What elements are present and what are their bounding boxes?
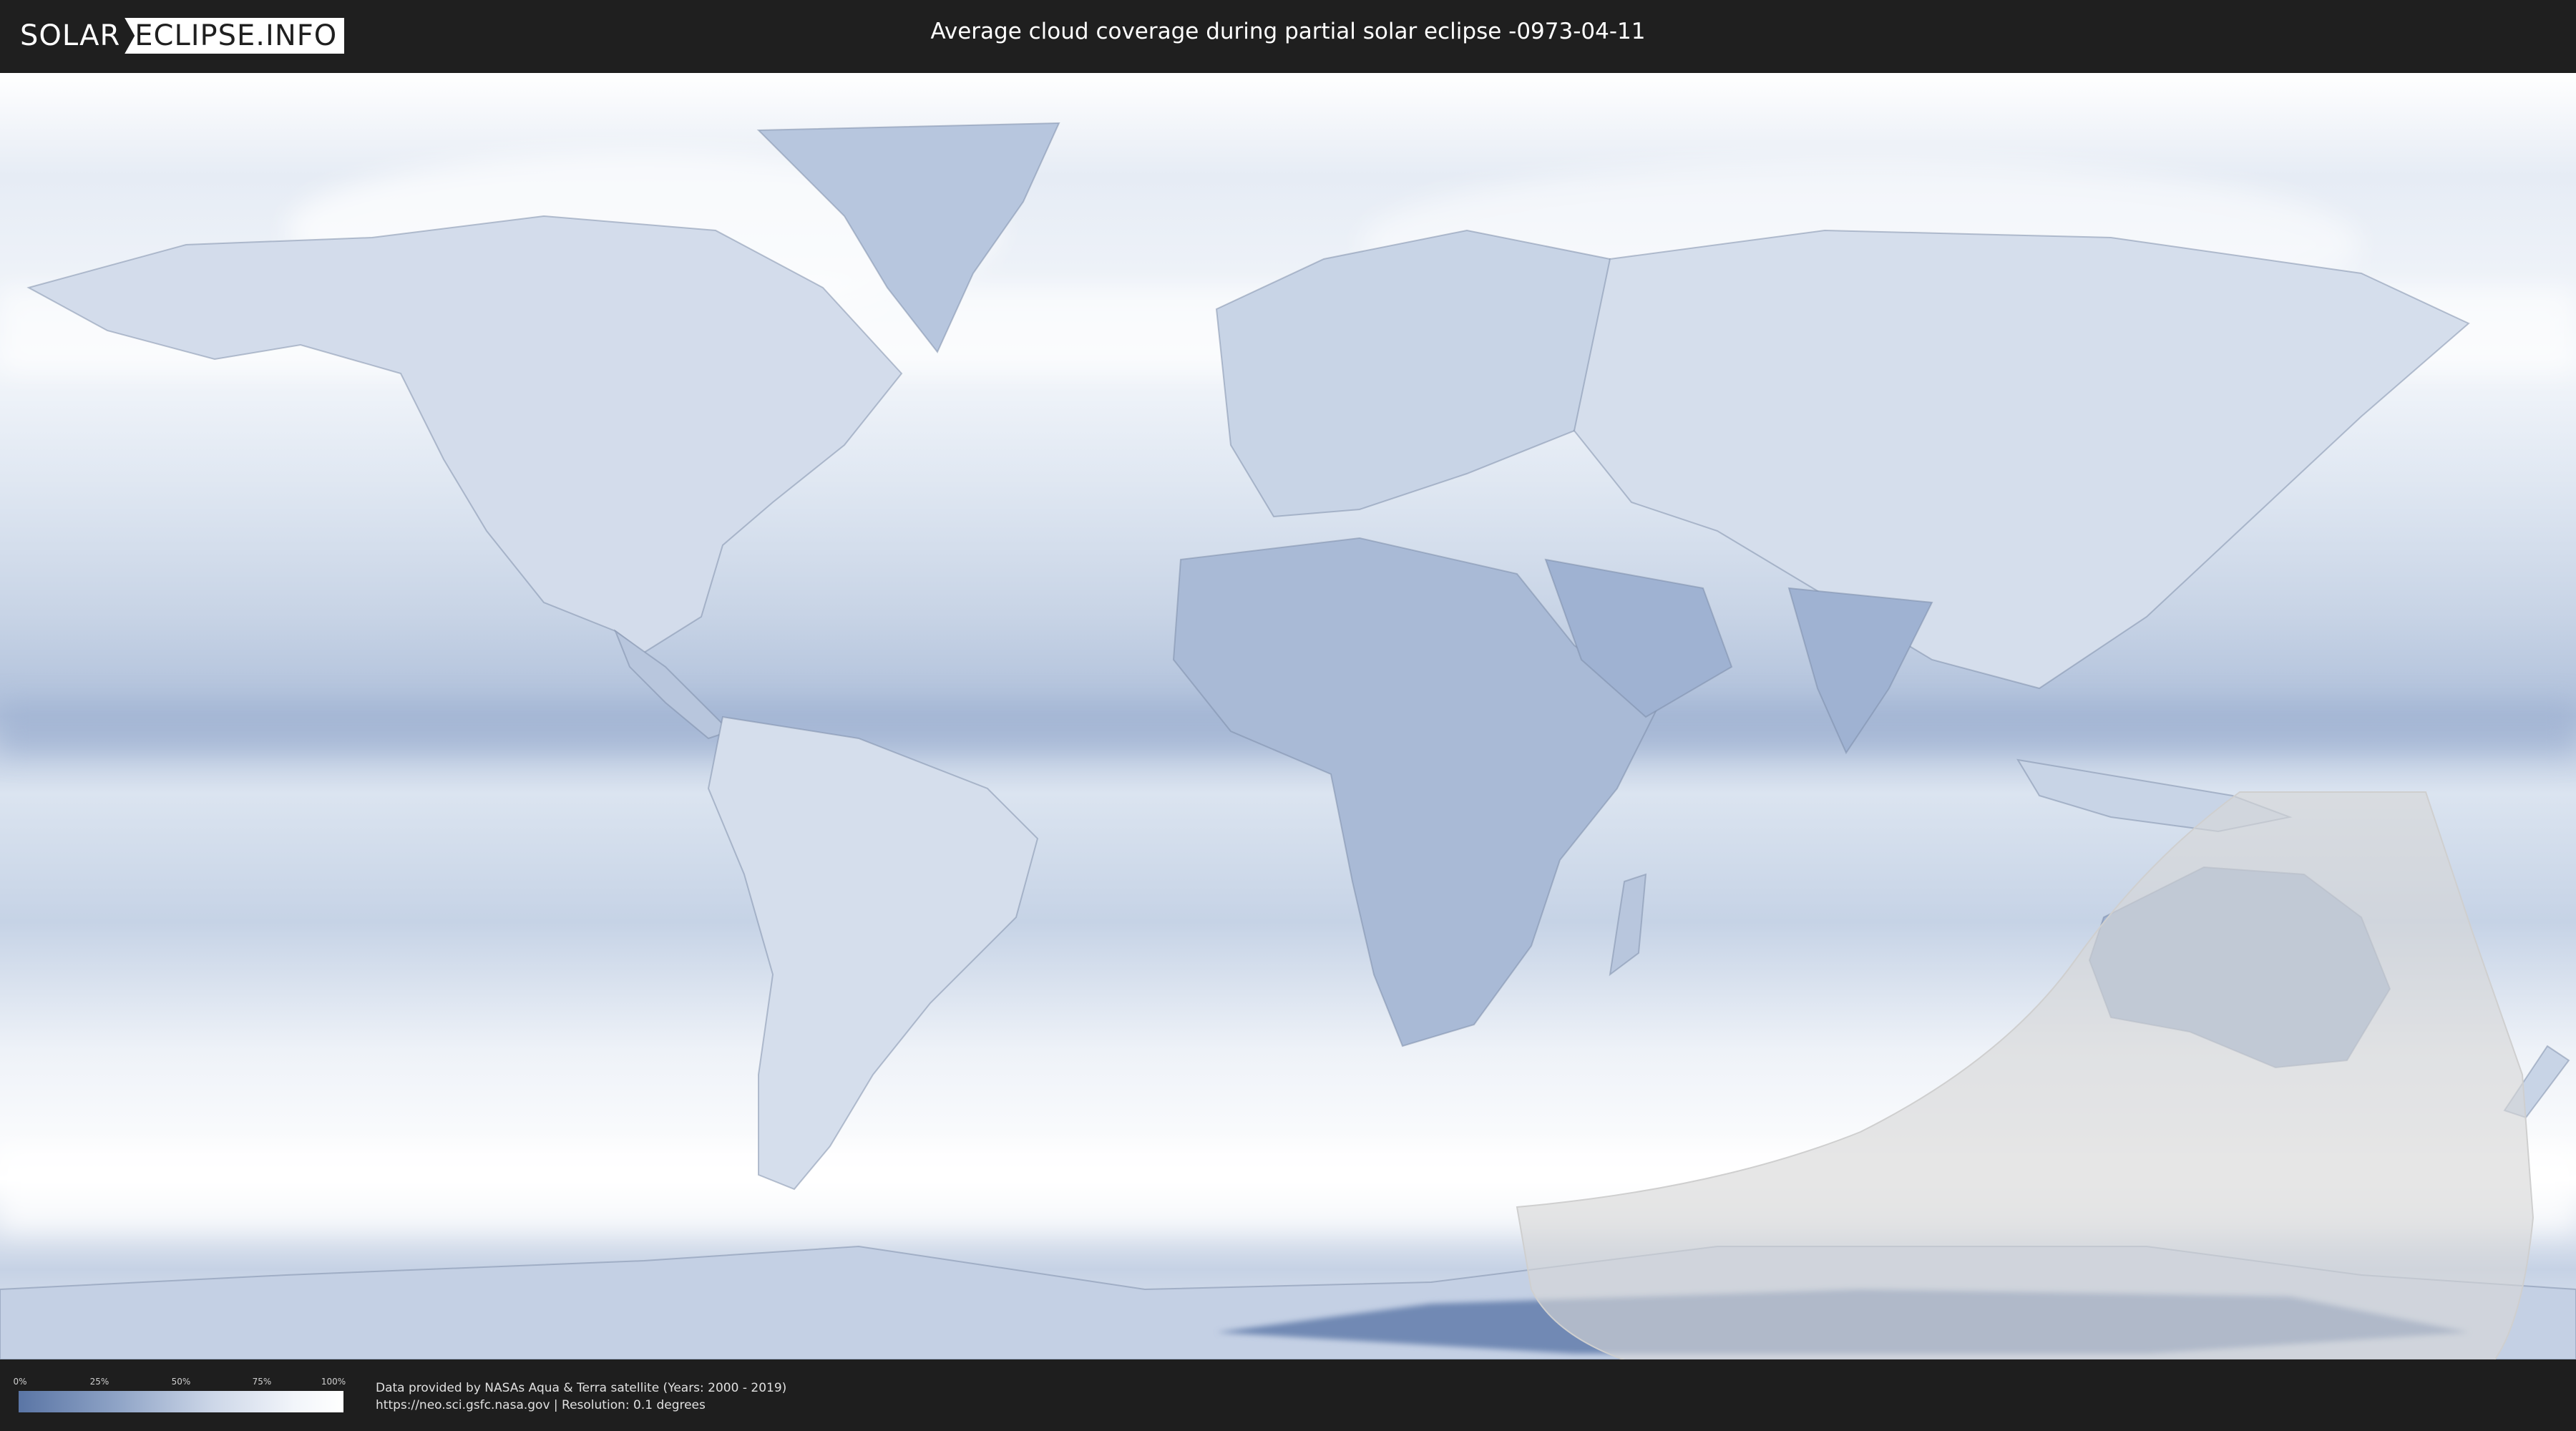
- legend-tick-0: 0%: [13, 1377, 27, 1387]
- page-title: Average cloud coverage during partial so…: [930, 19, 1646, 44]
- attribution-link[interactable]: https://neo.sci.gsfc.nasa.gov | Resoluti…: [376, 1397, 786, 1414]
- legend-tick-50: 50%: [171, 1377, 191, 1387]
- legend-ticks: 0% 25% 50% 75% 100%: [13, 1377, 346, 1391]
- legend-tick-25: 25%: [89, 1377, 109, 1387]
- attribution-line-1: Data provided by NASAs Aqua & Terra sate…: [376, 1381, 787, 1395]
- footer-bar: 0% 25% 50% 75% 100% Data provided by NAS…: [0, 1359, 2576, 1431]
- data-attribution: Data provided by NASAs Aqua & Terra sate…: [376, 1379, 786, 1414]
- world-map[interactable]: [0, 73, 2576, 1359]
- cloud-coverage-map[interactable]: [0, 73, 2576, 1359]
- legend-tick-100: 100%: [321, 1377, 346, 1387]
- header-bar: SOLAR ECLIPSE.INFO Average cloud coverag…: [0, 0, 2576, 72]
- cloud-coverage-legend: 0% 25% 50% 75% 100%: [13, 1377, 346, 1412]
- legend-color-scale: [19, 1391, 343, 1412]
- legend-tick-75: 75%: [252, 1377, 272, 1387]
